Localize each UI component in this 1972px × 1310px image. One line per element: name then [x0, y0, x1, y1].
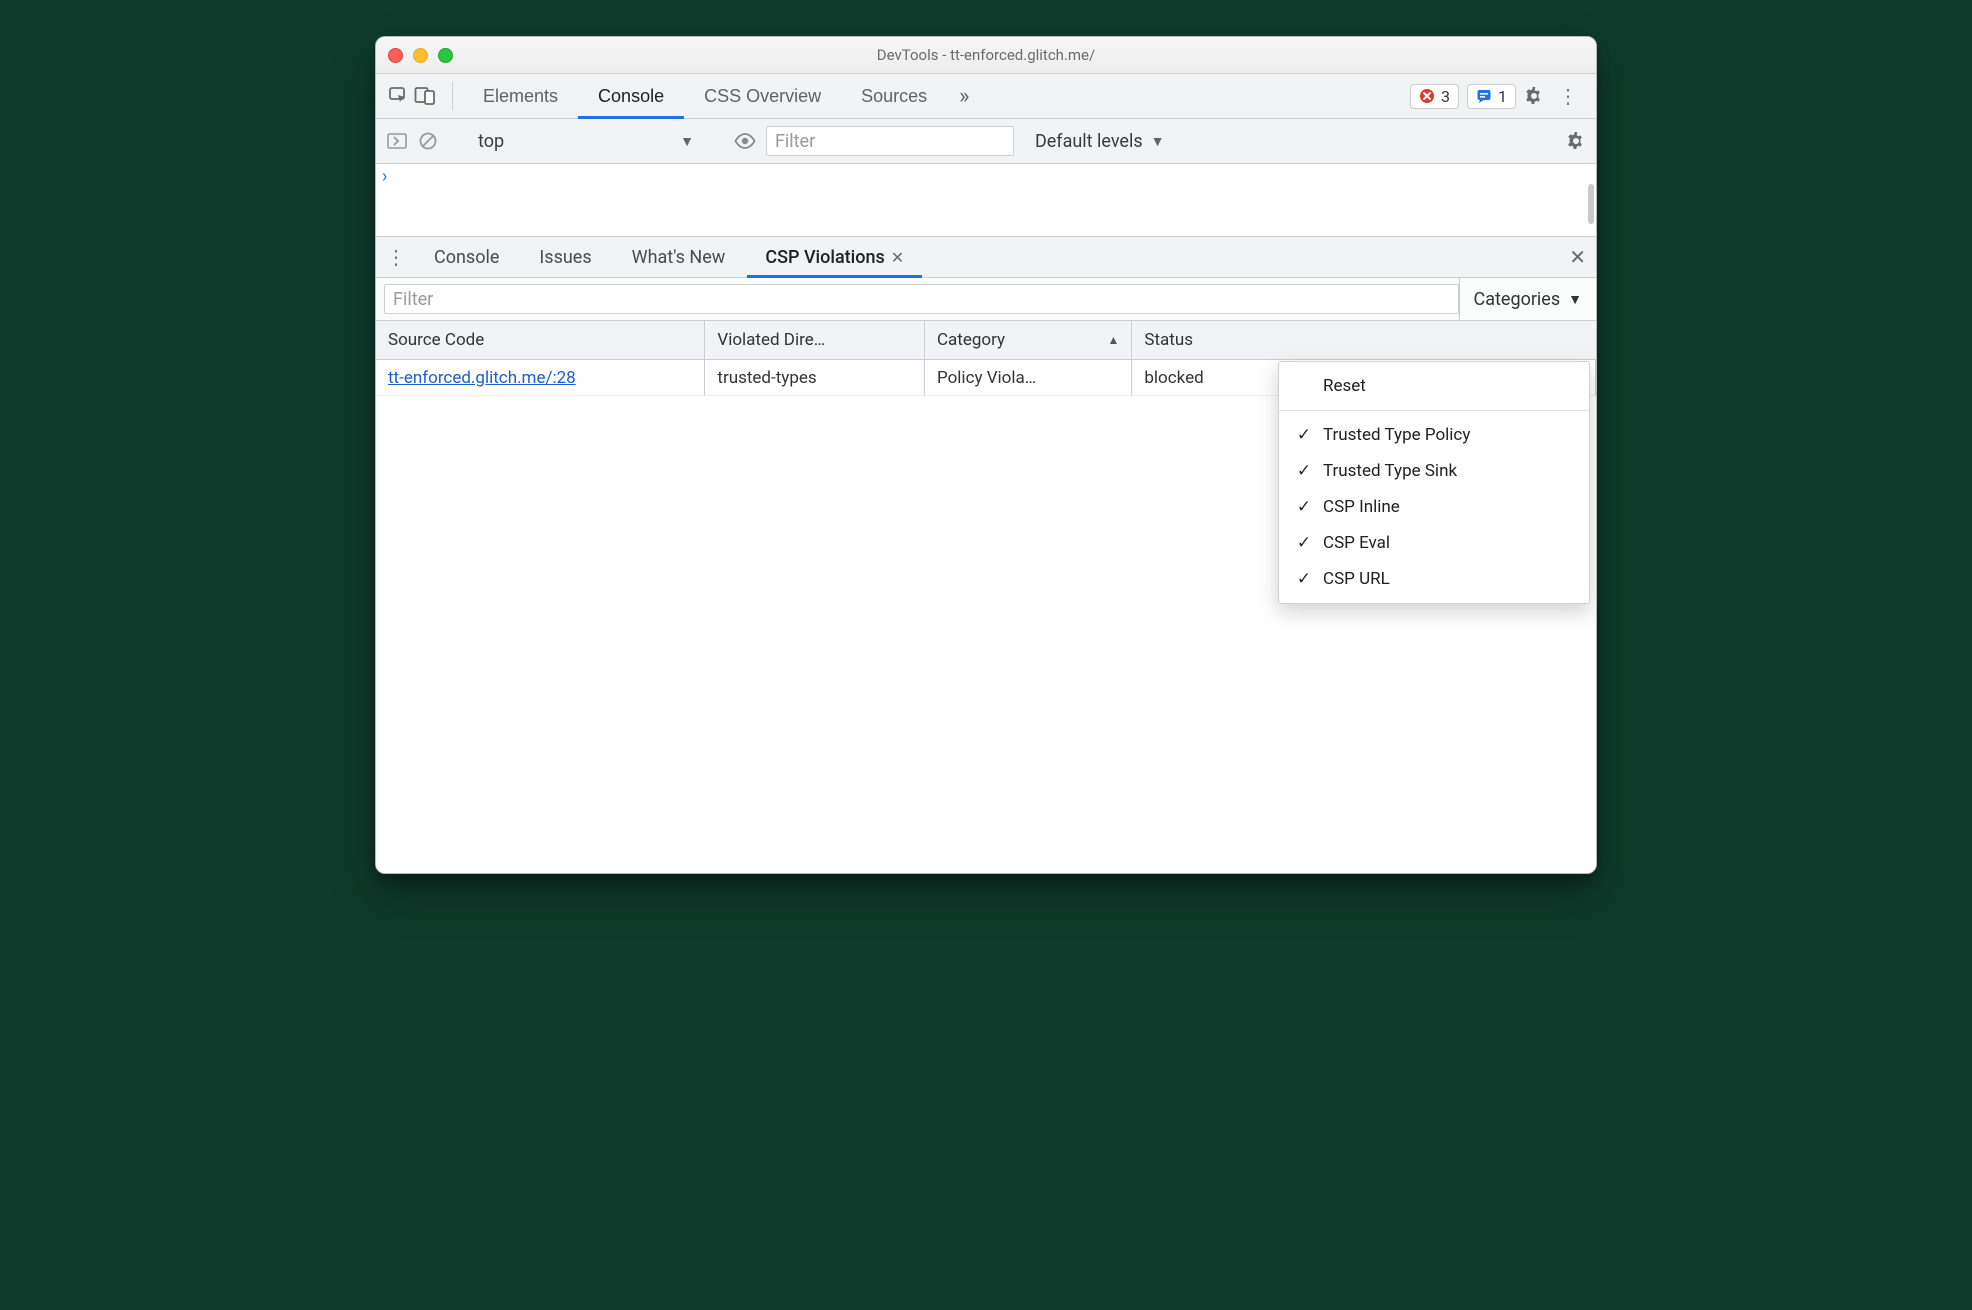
live-expression-icon[interactable] — [734, 133, 756, 149]
drawer-tabbar: ⋮ Console Issues What's New CSP Violatio… — [376, 237, 1596, 278]
menu-item-label: CSP Inline — [1323, 497, 1400, 517]
drawer-tab-issues[interactable]: Issues — [521, 237, 609, 277]
tab-sources[interactable]: Sources — [841, 74, 947, 118]
errors-chip[interactable]: 3 — [1410, 84, 1459, 109]
th-category[interactable]: Category ▲ — [925, 321, 1132, 359]
th-directive[interactable]: Violated Dire… — [705, 321, 925, 359]
settings-icon[interactable] — [1524, 86, 1544, 106]
console-filter-input[interactable]: Filter — [766, 126, 1014, 156]
toggle-sidebar-icon[interactable] — [386, 131, 408, 151]
chevron-down-icon: ▼ — [680, 133, 694, 150]
th-source[interactable]: Source Code — [376, 321, 705, 359]
clear-console-icon[interactable] — [418, 131, 438, 151]
td-category: Policy Viola… — [925, 360, 1132, 396]
more-tabs-button[interactable]: » — [953, 74, 975, 118]
console-filter-placeholder: Filter — [775, 131, 815, 152]
issues-count: 1 — [1498, 87, 1507, 106]
console-toolbar: top ▼ Filter Default levels ▼ — [376, 119, 1596, 164]
tab-console[interactable]: Console — [578, 74, 684, 118]
categories-button[interactable]: Categories ▼ — [1459, 278, 1596, 320]
table-header: Source Code Violated Dire… Category ▲ St… — [376, 321, 1596, 360]
menu-item-label: CSP Eval — [1323, 533, 1390, 553]
td-source[interactable]: tt-enforced.glitch.me/:28 — [376, 360, 705, 396]
titlebar: DevTools - tt-enforced.glitch.me/ — [376, 37, 1596, 74]
table-body: tt-enforced.glitch.me/:28 trusted-types … — [376, 360, 1596, 873]
errors-count: 3 — [1441, 87, 1450, 106]
kebab-menu-icon[interactable]: ⋮ — [1552, 84, 1584, 108]
menu-item-csp-eval[interactable]: ✓ CSP Eval — [1279, 525, 1589, 561]
drawer-tab-console[interactable]: Console — [416, 237, 517, 277]
window-title: DevTools - tt-enforced.glitch.me/ — [376, 46, 1596, 64]
menu-item-label: Trusted Type Policy — [1323, 425, 1470, 445]
device-toggle-icon[interactable] — [414, 86, 436, 106]
tab-elements[interactable]: Elements — [463, 74, 578, 118]
check-icon: ✓ — [1295, 569, 1313, 589]
inspect-icon[interactable] — [388, 86, 408, 106]
menu-item-label: CSP URL — [1323, 569, 1390, 589]
issues-chip[interactable]: 1 — [1467, 84, 1516, 109]
console-settings-icon[interactable] — [1566, 131, 1586, 151]
close-tab-icon[interactable]: ✕ — [891, 248, 904, 267]
chevron-down-icon: ▼ — [1568, 291, 1582, 308]
tab-css-overview[interactable]: CSS Overview — [684, 74, 841, 118]
categories-menu[interactable]: Reset ✓ Trusted Type Policy ✓ Trusted Ty… — [1278, 361, 1590, 604]
main-toolbar: Elements Console CSS Overview Sources » … — [376, 74, 1596, 119]
log-levels-label: Default levels — [1035, 131, 1143, 152]
check-icon: ✓ — [1295, 533, 1313, 553]
log-levels-select[interactable]: Default levels ▼ — [1024, 126, 1176, 157]
th-status[interactable]: Status — [1132, 321, 1596, 359]
drawer-tab-whatsnew[interactable]: What's New — [614, 237, 744, 277]
console-body[interactable]: › — [376, 164, 1596, 237]
check-icon: ✓ — [1295, 461, 1313, 481]
check-icon: ✓ — [1295, 497, 1313, 517]
drawer-tab-label: CSP Violations — [765, 247, 884, 268]
menu-item-label: Reset — [1323, 376, 1366, 396]
csp-filter-input[interactable]: Filter — [384, 284, 1459, 314]
menu-item-trusted-type-policy[interactable]: ✓ Trusted Type Policy — [1279, 417, 1589, 453]
drawer-close-icon[interactable]: ✕ — [1559, 237, 1596, 277]
sort-asc-icon: ▲ — [1107, 333, 1119, 347]
context-label: top — [478, 131, 504, 152]
main-tabs: Elements Console CSS Overview Sources — [463, 74, 947, 118]
menu-item-csp-inline[interactable]: ✓ CSP Inline — [1279, 489, 1589, 525]
csp-panel: Filter Categories ▼ Source Code Violated… — [376, 278, 1596, 873]
chevron-down-icon: ▼ — [1151, 133, 1165, 150]
source-link[interactable]: tt-enforced.glitch.me/:28 — [388, 368, 576, 388]
prompt-caret-icon: › — [382, 166, 387, 187]
td-directive: trusted-types — [705, 360, 925, 396]
drawer-kebab-icon[interactable]: ⋮ — [380, 237, 412, 277]
error-icon — [1419, 88, 1435, 104]
categories-label: Categories — [1474, 289, 1561, 310]
menu-item-reset[interactable]: Reset — [1279, 368, 1589, 404]
menu-item-trusted-type-sink[interactable]: ✓ Trusted Type Sink — [1279, 453, 1589, 489]
csp-filter-placeholder: Filter — [393, 289, 433, 310]
drawer-tab-csp-violations[interactable]: CSP Violations ✕ — [747, 237, 922, 277]
devtools-window: DevTools - tt-enforced.glitch.me/ Elemen… — [375, 36, 1597, 874]
menu-item-label: Trusted Type Sink — [1323, 461, 1457, 481]
check-icon: ✓ — [1295, 425, 1313, 445]
th-category-label: Category — [937, 330, 1005, 350]
menu-item-csp-url[interactable]: ✓ CSP URL — [1279, 561, 1589, 597]
context-select[interactable]: top ▼ — [467, 126, 705, 157]
issue-icon — [1476, 88, 1492, 104]
